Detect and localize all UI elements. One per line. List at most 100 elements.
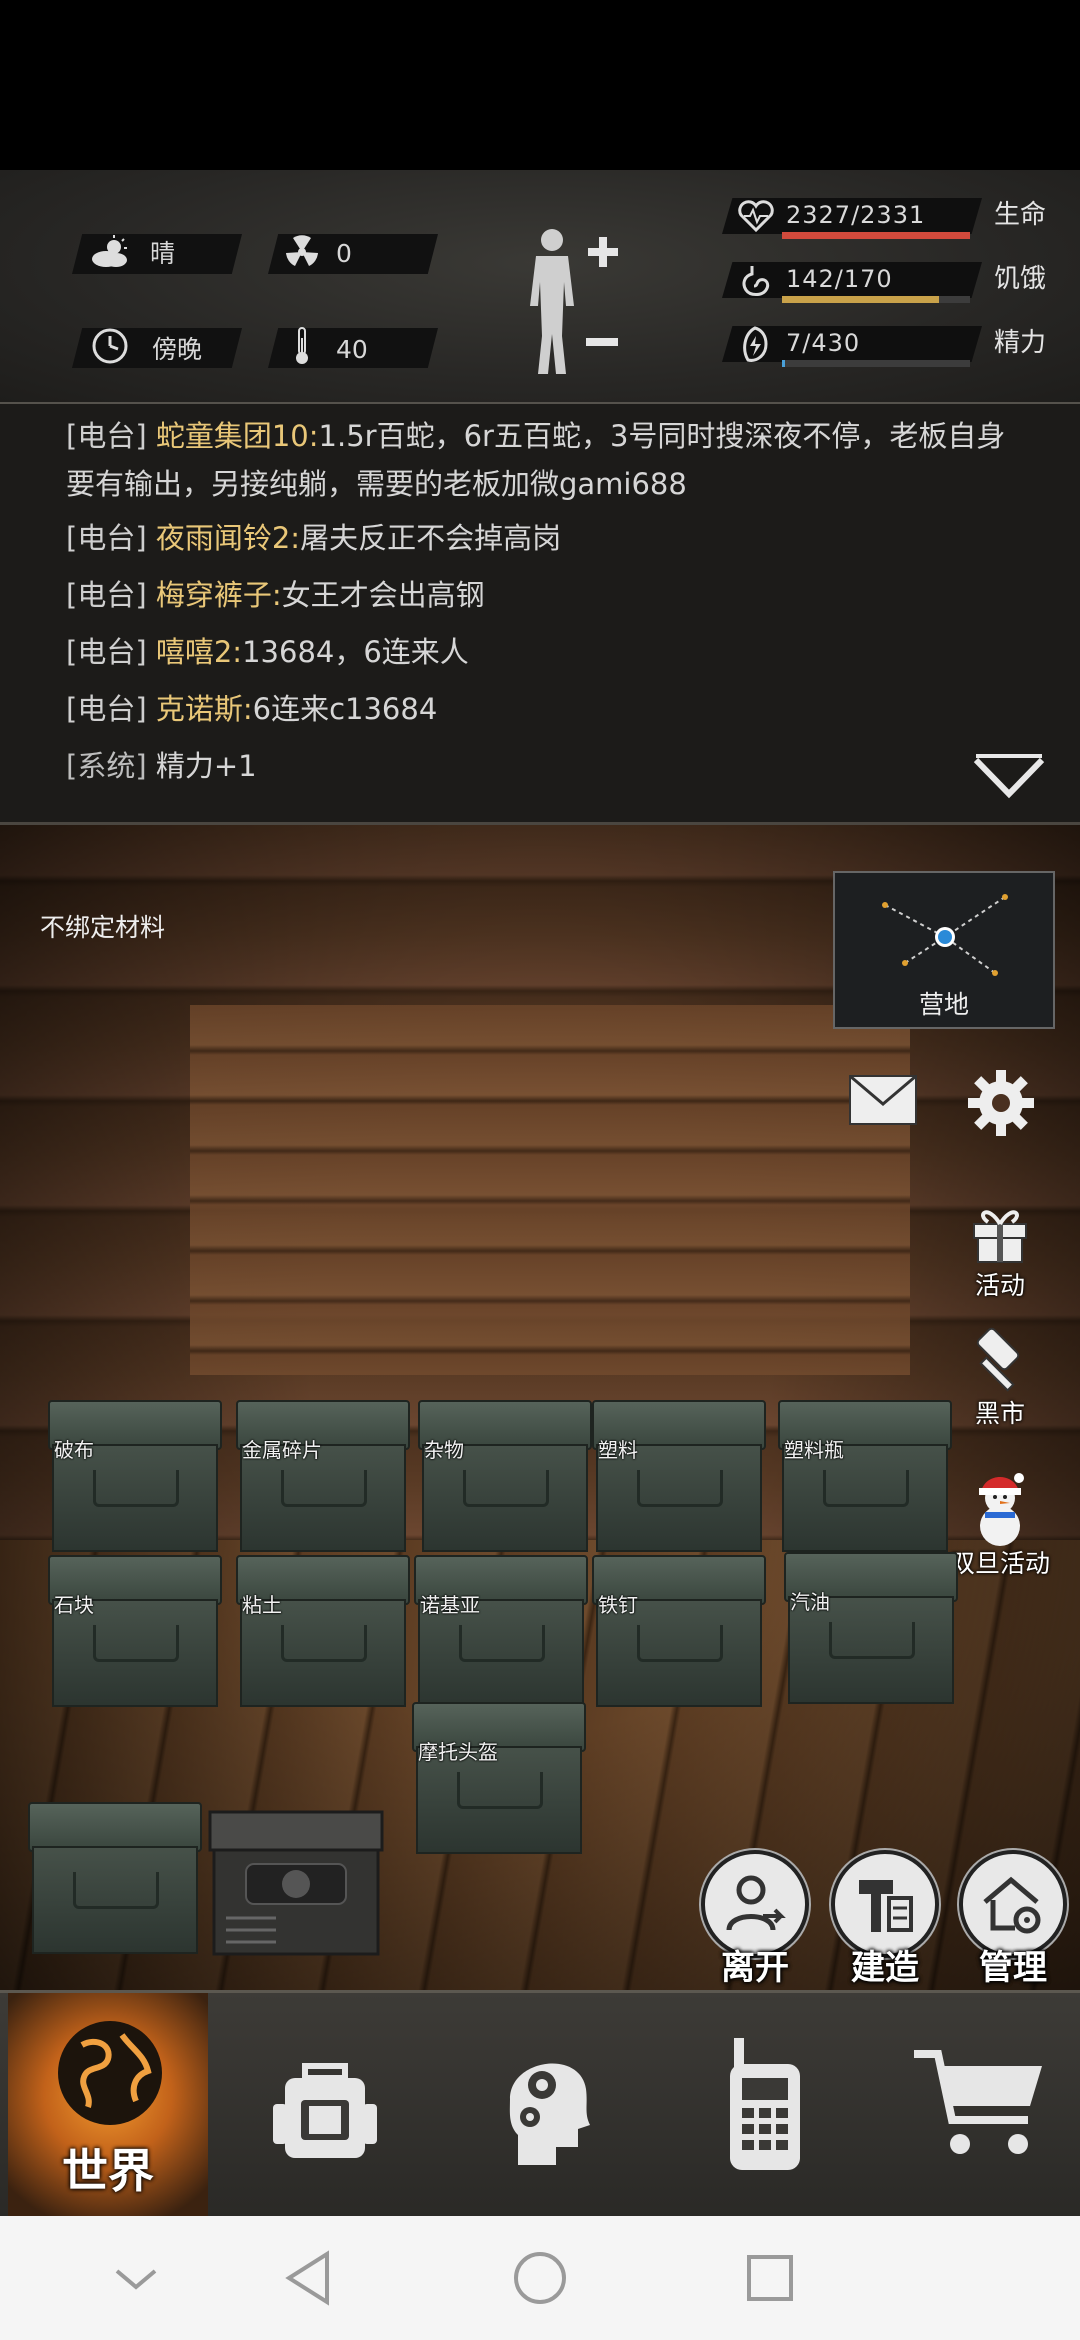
radiation-value: 0 [336,239,352,268]
unlabeled-crate[interactable] [28,1802,202,1954]
chat-text: 13684，6连来人 [242,635,469,669]
chat-text: 6连来c13684 [252,692,438,726]
crate-metal-scraps[interactable]: 金属碎片 [236,1400,410,1552]
home-circle-icon[interactable] [508,2246,572,2310]
leave-label: 离开 [721,1948,789,1988]
chat-message: [电台] 蛇童集团10:1.5r百蛇，6r五百蛇，3号同时搜深夜不停，老板自身要… [66,412,1026,508]
shopping-cart-icon [910,2044,1050,2168]
build-label: 建造 [851,1948,919,1988]
chat-text: 屠夫反正不会掉高岗 [300,521,562,555]
nav-world-label: 世界 [62,2144,154,2198]
nav-skills-tab[interactable] [470,1993,620,2219]
crate-label: 粘土 [242,1593,282,1617]
snowman-icon [950,1470,1050,1550]
temperature-value: 40 [336,335,368,364]
stomach-icon [740,264,770,302]
bottom-nav: 世界 [0,1990,1080,2219]
health-bar-track [782,232,970,239]
walkie-talkie-icon [720,2034,810,2178]
chat-channel-tag: [电台] [66,635,147,669]
leave-button[interactable]: 离开 [700,1850,810,1989]
time-of-day-text: 傍晚 [152,335,203,364]
manage-label: 管理 [979,1948,1047,1988]
chat-sender: 嘻嘻2: [155,635,243,669]
status-bar [0,0,1080,170]
chat-log[interactable]: [电台] 蛇童集团10:1.5r百蛇，6r五百蛇，3号同时搜深夜不停，老板自身要… [0,404,1080,825]
crate-label: 塑料 [598,1438,638,1462]
crate-label: 破布 [54,1438,94,1462]
chat-text: 女王才会出高钢 [281,578,485,612]
room-title: 不绑定材料 [40,913,166,942]
back-triangle-icon[interactable] [276,2246,340,2310]
crate-label: 摩托头盔 [418,1740,498,1764]
chat-sender: 夜雨闻铃2: [155,521,301,555]
body-status-figure[interactable] [520,226,630,376]
energy-label: 精力 [994,328,1047,358]
thermometer-icon [280,326,324,366]
settings-gear-icon[interactable] [966,1068,1036,1142]
crate-label: 诺基亚 [420,1593,480,1617]
crate-motorcycle-helmet[interactable]: 摩托头盔 [412,1702,586,1854]
crate-label: 石块 [54,1593,94,1617]
nav-backpack-tab[interactable] [250,1993,400,2219]
chat-message: [电台] 嘻嘻2:13684，6连来人 [66,624,1026,681]
crate-gasoline[interactable]: 汽油 [784,1552,958,1704]
black-market-label: 黑市 [974,1399,1025,1428]
crate-clay[interactable]: 粘土 [236,1555,410,1707]
collapse-chat-chevron-icon[interactable] [972,754,1046,804]
crate-label: 塑料瓶 [784,1438,844,1462]
black-market-button[interactable]: 黑市 [950,1320,1050,1430]
crate-stones[interactable]: 石块 [48,1555,222,1707]
energy-bar-track [782,360,970,367]
energy-bar-fill [782,360,785,367]
weather-icon [88,232,132,272]
crate-label: 杂物 [424,1438,464,1462]
nav-world-tab[interactable]: 世界 [8,1993,208,2219]
chat-channel-tag: [系统] [66,749,147,783]
radiation-icon [280,232,324,272]
new-year-event-button[interactable]: 双旦活动 [950,1470,1050,1580]
chat-channel-tag: [电台] [66,578,147,612]
hunger-bar-track [782,296,970,303]
clock-icon [88,326,132,366]
camp-minimap[interactable]: 营地 [833,871,1055,1029]
health-value: 2327/2331 [786,201,926,229]
crate-plastic[interactable]: 塑料 [592,1400,766,1552]
crate-rags[interactable]: 破布 [48,1400,222,1552]
crate-misc[interactable]: 杂物 [418,1400,592,1552]
crate-nokia[interactable]: 诺基亚 [414,1555,588,1707]
mail-icon[interactable] [848,1074,918,1130]
hunger-value: 142/170 [786,265,893,293]
crate-label: 汽油 [790,1590,830,1614]
hunger-label: 饥饿 [994,264,1047,294]
energy-icon [740,326,770,368]
hunger-bar-fill [782,296,939,303]
chat-message: [系统] 精力+1 [66,738,1026,795]
backpack-icon [265,2044,385,2168]
weather-text: 晴 [150,239,176,268]
chat-sender: 蛇童集团10: [155,419,319,453]
health-label: 生命 [994,200,1047,230]
crate-plastic-bottles[interactable]: 塑料瓶 [778,1400,952,1552]
chat-message: [电台] 克诺斯:6连来c13684 [66,681,1026,738]
camp-label: 营地 [918,990,969,1019]
hide-keyboard-chevron-icon[interactable] [104,2246,168,2310]
chat-channel-tag: [电台] [66,692,147,726]
minus-icon [586,338,618,346]
gavel-icon [950,1320,1050,1400]
room-back-wall [190,1005,910,1375]
activity-button[interactable]: 活动 [950,1192,1050,1302]
system-nav-bar [0,2216,1080,2340]
build-button[interactable]: 建造 [830,1850,940,1989]
crate-nails[interactable]: 铁钉 [592,1555,766,1707]
crate-label: 铁钉 [598,1593,638,1617]
nav-radio-tab[interactable] [690,1993,840,2219]
gift-icon [950,1192,1050,1272]
stove-icon[interactable] [206,1808,386,1958]
nav-shop-tab[interactable] [900,1993,1060,2219]
manage-button[interactable]: 管理 [958,1850,1068,1989]
globe-icon [52,2015,168,2135]
crate-label: 金属碎片 [242,1438,322,1462]
recents-square-icon[interactable] [738,2246,802,2310]
chat-message: [电台] 梅穿裤子:女王才会出高钢 [66,567,1026,624]
